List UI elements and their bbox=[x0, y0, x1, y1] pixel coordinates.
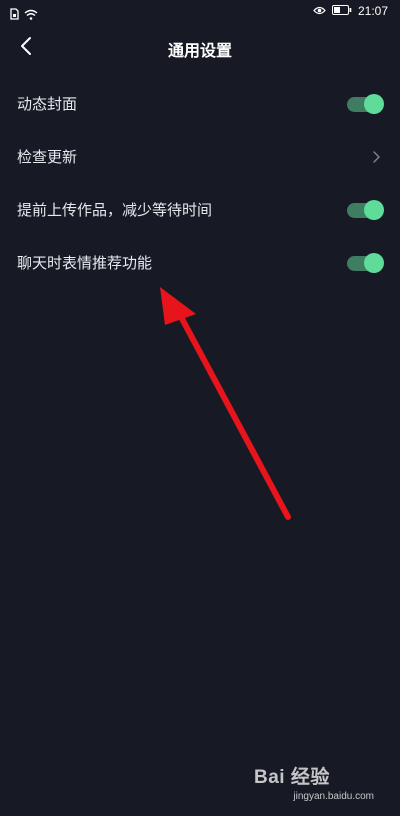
watermark-logo: Bai 经验 bbox=[254, 767, 330, 788]
setting-check-update[interactable]: 检查更新 bbox=[0, 131, 400, 184]
watermark: Bai 经验 jingyan.baidu.com bbox=[254, 762, 374, 808]
toggle-knob bbox=[364, 253, 384, 273]
upload-early-toggle[interactable] bbox=[347, 200, 384, 220]
page-title: 通用设置 bbox=[167, 41, 232, 60]
setting-upload-early[interactable]: 提前上传作品，减少等待时间 bbox=[0, 184, 400, 237]
setting-emoji-recommend[interactable]: 聊天时表情推荐功能 bbox=[0, 237, 400, 290]
battery-icon bbox=[331, 4, 352, 18]
eye-icon bbox=[313, 4, 326, 18]
setting-label: 提前上传作品，减少等待时间 bbox=[17, 201, 213, 219]
watermark-url: jingyan.baidu.com bbox=[293, 791, 374, 802]
setting-dynamic-cover[interactable]: 动态封面 bbox=[0, 78, 400, 131]
setting-label: 聊天时表情推荐功能 bbox=[17, 254, 153, 272]
chevron-right-icon bbox=[371, 149, 383, 165]
emoji-recommend-toggle[interactable] bbox=[347, 253, 384, 273]
clock-time: 21:07 bbox=[357, 4, 388, 18]
sim-icon bbox=[10, 5, 19, 24]
toggle-knob bbox=[364, 94, 384, 114]
setting-label: 检查更新 bbox=[17, 148, 78, 166]
status-bar: 21:07 bbox=[0, 0, 400, 26]
header: 通用设置 bbox=[0, 26, 400, 70]
toggle-knob bbox=[364, 200, 384, 220]
dynamic-cover-toggle[interactable] bbox=[347, 94, 384, 114]
settings-list: 动态封面 检查更新 提前上传作品，减少等待时间 聊天时表情推荐功能 bbox=[0, 78, 400, 290]
setting-label: 动态封面 bbox=[17, 95, 78, 113]
wifi-icon bbox=[24, 5, 38, 24]
